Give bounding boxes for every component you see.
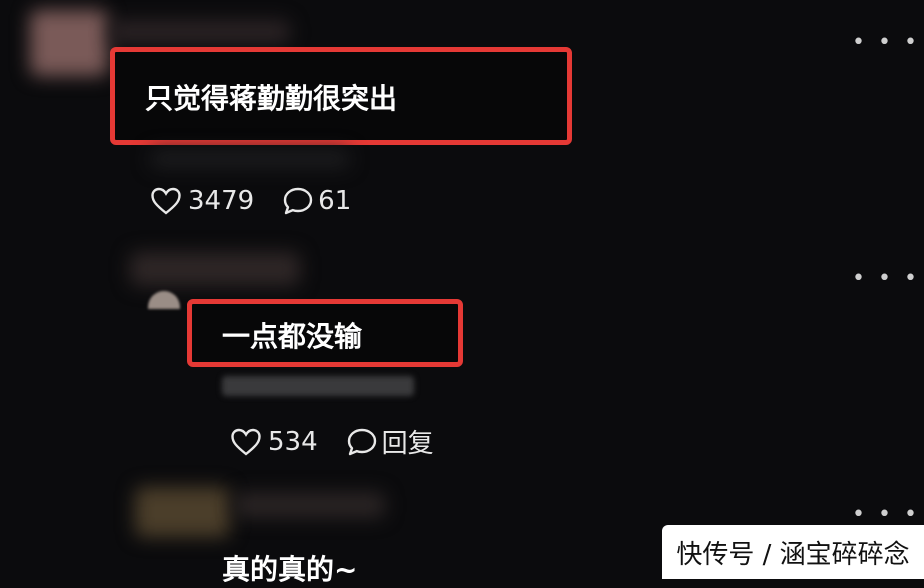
watermark: 快传号 / 涵宝碎碎念	[662, 525, 924, 579]
heart-icon	[150, 186, 182, 216]
comment-actions: 3479 61	[150, 186, 351, 216]
username-blurred[interactable]	[110, 20, 290, 44]
comment-time-blurred	[150, 150, 350, 168]
more-options-icon[interactable]: • • •	[852, 32, 920, 54]
username-blurred[interactable]	[235, 492, 385, 518]
more-options-icon[interactable]: • • •	[852, 268, 920, 290]
reply-count: 61	[318, 186, 352, 216]
avatar[interactable]	[148, 291, 180, 309]
reply-button[interactable]: 回复	[346, 423, 434, 460]
avatar[interactable]	[135, 487, 230, 537]
comment-time-blurred	[222, 376, 414, 396]
heart-icon	[230, 427, 262, 457]
comment-actions: 534 回复	[230, 423, 434, 460]
more-options-icon[interactable]: • • •	[852, 504, 920, 526]
comment-text: 只觉得蒋勤勤很突出	[145, 82, 398, 115]
reply-button[interactable]: 61	[282, 186, 351, 216]
like-button[interactable]: 3479	[150, 186, 254, 216]
comment-bubble-icon	[282, 186, 314, 216]
comment-text: 真的真的~	[222, 553, 358, 586]
comment-bubble-icon	[346, 427, 378, 457]
like-button[interactable]: 534	[230, 427, 318, 457]
comment-text: 一点都没输	[222, 320, 363, 353]
reply-label: 回复	[381, 429, 434, 459]
avatar[interactable]	[30, 10, 108, 76]
username-blurred[interactable]	[130, 252, 300, 286]
like-count: 534	[268, 426, 318, 457]
like-count: 3479	[188, 186, 255, 216]
